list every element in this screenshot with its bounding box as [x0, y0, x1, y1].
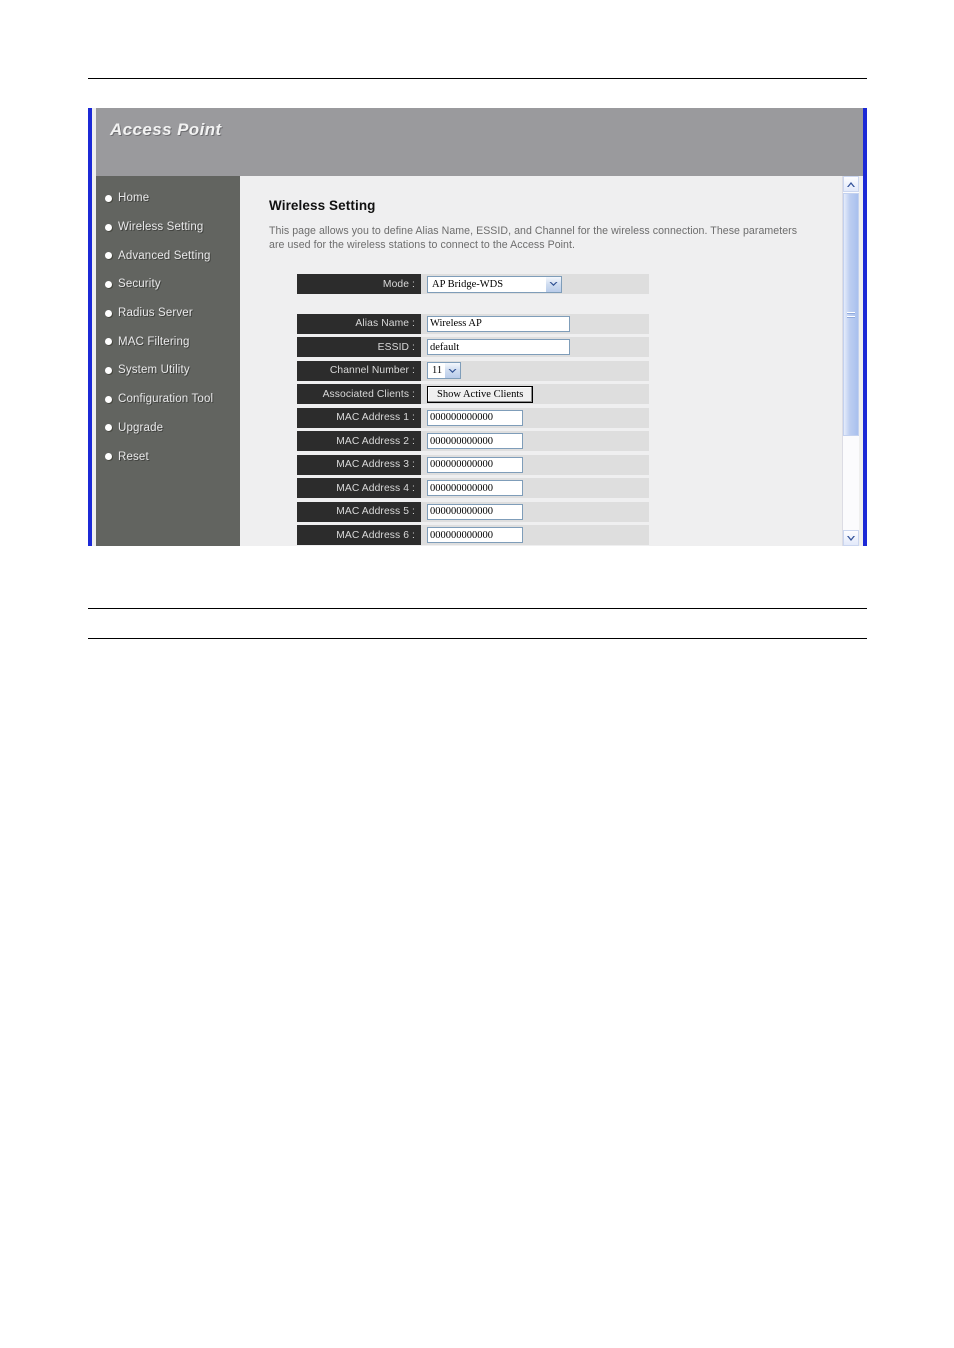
- form-row-channel-number: Channel Number : 11: [297, 360, 649, 381]
- field-mac-address-1: [427, 408, 523, 428]
- sidebar-item-label: Advanced Setting: [118, 249, 211, 262]
- main-content-panel: Wireless Setting This page allows you to…: [240, 176, 847, 546]
- access-point-web-ui-frame: Access Point Home Wireless Setting Advance…: [88, 108, 867, 546]
- bullet-icon: [105, 252, 112, 260]
- page-rule-middle: [88, 608, 867, 609]
- sidebar-item-configuration-tool[interactable]: Configuration Tool: [96, 385, 240, 414]
- sidebar-item-label: System Utility: [118, 364, 190, 377]
- sidebar-item-mac-filtering[interactable]: MAC Filtering: [96, 327, 240, 356]
- mac-address-1-input[interactable]: [427, 409, 523, 426]
- bullet-icon: [105, 338, 112, 346]
- form-row-mac-address-1: MAC Address 1 :: [297, 407, 649, 428]
- bullet-icon: [105, 424, 112, 432]
- scrollbar-track[interactable]: [843, 192, 859, 530]
- form-row-associated-clients: Associated Clients : Show Active Clients: [297, 384, 649, 404]
- label-mac-address-4: MAC Address 4 :: [297, 478, 421, 498]
- sidebar-nav: Home Wireless Setting Advanced Setting Secu…: [96, 176, 240, 546]
- essid-input[interactable]: [427, 339, 570, 355]
- page-title: Wireless Setting: [269, 198, 376, 213]
- sidebar-item-label: Configuration Tool: [118, 393, 214, 406]
- page-rule-bottom: [88, 638, 867, 639]
- form-row-mac-address-2: MAC Address 2 :: [297, 431, 649, 451]
- sidebar-item-upgrade[interactable]: Upgrade: [96, 414, 240, 443]
- label-associated-clients: Associated Clients :: [297, 384, 421, 404]
- bullet-icon: [105, 223, 112, 231]
- label-mac-address-2: MAC Address 2 :: [297, 431, 421, 451]
- label-mac-address-3: MAC Address 3 :: [297, 454, 421, 475]
- label-mac-address-1: MAC Address 1 :: [297, 407, 421, 428]
- wireless-setting-form: Mode : AP Bridge-WDS Alias Name : Wirele…: [297, 274, 649, 545]
- sidebar-item-system-utility[interactable]: System Utility: [96, 356, 240, 385]
- chevron-down-icon: [545, 276, 561, 292]
- mode-select[interactable]: AP Bridge-WDS: [427, 275, 562, 293]
- field-alias-name: [427, 314, 570, 334]
- label-mac-address-5: MAC Address 5 :: [297, 501, 421, 522]
- chevron-down-icon: [444, 363, 460, 378]
- mac-address-3-input[interactable]: [427, 456, 523, 473]
- sidebar-item-security[interactable]: Security: [96, 270, 240, 299]
- form-row-mac-address-6: MAC Address 6 :: [297, 525, 649, 545]
- bullet-icon: [105, 280, 112, 288]
- sidebar-item-label: Radius Server: [118, 307, 193, 320]
- scrollbar-grip-icon: [847, 311, 855, 318]
- bullet-icon: [105, 366, 112, 374]
- sidebar-item-label: Home: [118, 192, 150, 205]
- bullet-icon: [105, 194, 112, 202]
- sidebar-item-reset[interactable]: Reset: [96, 442, 240, 471]
- form-row-mac-address-5: MAC Address 5 :: [297, 501, 649, 522]
- sidebar-item-label: MAC Filtering: [118, 335, 190, 348]
- scroll-down-arrow-icon[interactable]: [843, 530, 859, 546]
- scrollbar-thumb[interactable]: [843, 193, 859, 436]
- bullet-icon: [105, 309, 112, 317]
- page-description: This page allows you to define Alias Nam…: [269, 225, 798, 251]
- field-channel-number: 11: [427, 361, 461, 381]
- channel-number-select[interactable]: 11: [427, 362, 461, 379]
- app-banner: Access Point: [96, 108, 863, 176]
- scroll-up-arrow-icon[interactable]: [843, 176, 859, 192]
- mac-address-4-input[interactable]: [427, 480, 523, 496]
- field-mac-address-6: [427, 525, 523, 545]
- mac-address-6-input[interactable]: [427, 527, 523, 543]
- sidebar-item-label: Reset: [118, 450, 149, 463]
- label-channel-number: Channel Number :: [297, 360, 421, 381]
- sidebar-item-wireless-setting[interactable]: Wireless Setting: [96, 213, 240, 242]
- form-row-mac-address-4: MAC Address 4 :: [297, 478, 649, 498]
- sidebar-item-radius-server[interactable]: Radius Server: [96, 299, 240, 328]
- label-alias-name: Alias Name :: [297, 313, 421, 334]
- field-mac-address-3: [427, 455, 523, 475]
- form-row-essid: ESSID :: [297, 337, 649, 357]
- field-mac-address-5: [427, 502, 523, 522]
- show-active-clients-button[interactable]: Show Active Clients: [427, 385, 534, 403]
- field-mac-address-2: [427, 431, 523, 451]
- page-rule-top: [88, 78, 867, 79]
- mac-address-2-input[interactable]: [427, 433, 523, 449]
- mac-address-rows: MAC Address 1 : MAC Address 2 : MAC Addres…: [297, 407, 649, 545]
- field-associated-clients: Show Active Clients: [427, 384, 534, 404]
- field-mode: AP Bridge-WDS: [427, 274, 562, 294]
- app-banner-title: Access Point: [110, 120, 222, 139]
- sidebar-item-label: Security: [118, 278, 161, 291]
- form-row-alias-name: Alias Name :: [297, 313, 649, 334]
- form-row-mode: Mode : AP Bridge-WDS: [297, 274, 649, 294]
- bullet-icon: [105, 395, 112, 403]
- content-scrollbar[interactable]: [842, 176, 859, 546]
- sidebar-item-advanced-setting[interactable]: Advanced Setting: [96, 241, 240, 270]
- label-mac-address-6: MAC Address 6 :: [297, 525, 421, 545]
- mode-select-value: AP Bridge-WDS: [432, 278, 504, 290]
- field-mac-address-4: [427, 478, 523, 498]
- sidebar-item-home[interactable]: Home: [96, 184, 240, 213]
- field-essid: [427, 337, 570, 357]
- bullet-icon: [105, 453, 112, 461]
- sidebar-item-label: Upgrade: [118, 421, 164, 434]
- alias-name-input[interactable]: [427, 315, 570, 332]
- label-essid: ESSID :: [297, 337, 421, 357]
- label-mode: Mode :: [297, 274, 421, 294]
- form-row-mac-address-3: MAC Address 3 :: [297, 454, 649, 475]
- sidebar-item-label: Wireless Setting: [118, 221, 204, 234]
- mac-address-5-input[interactable]: [427, 503, 523, 520]
- channel-number-select-value: 11: [432, 365, 443, 376]
